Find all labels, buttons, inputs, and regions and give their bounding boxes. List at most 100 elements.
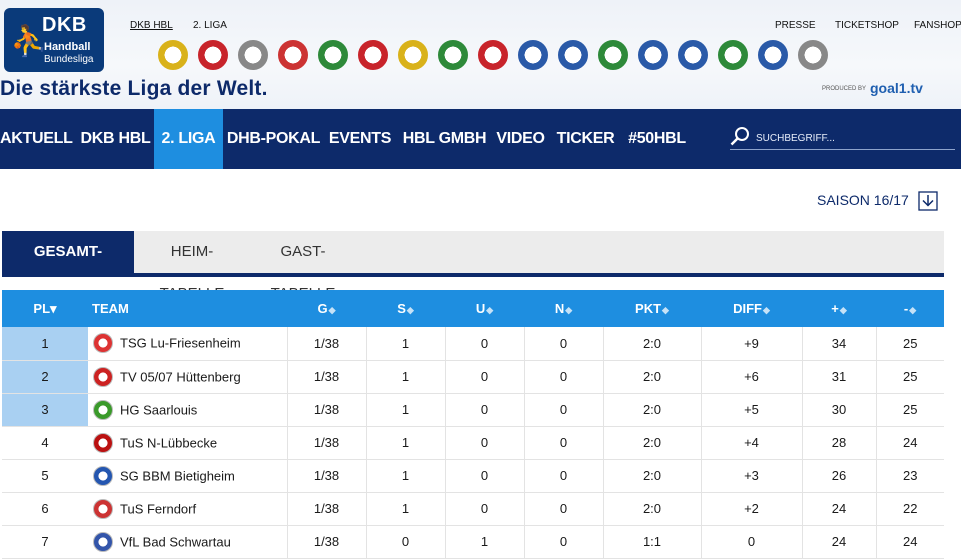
club-logo-icon[interactable] <box>598 40 628 70</box>
g-cell: 1/38 <box>286 360 366 393</box>
download-icon[interactable] <box>918 191 938 211</box>
col-plus-label: + <box>831 301 839 316</box>
col-plus[interactable]: +◆ <box>802 290 876 327</box>
club-logo-icon[interactable] <box>798 40 828 70</box>
rank-cell: 3 <box>2 393 88 426</box>
nav-dkb-hbl[interactable]: DKB HBL <box>77 109 154 169</box>
site-header: ⛹ DKB Handball Bundesliga DKB HBL 2. LIG… <box>0 0 961 109</box>
col-team: TEAM <box>88 290 287 327</box>
club-logo-icon[interactable] <box>718 40 748 70</box>
minus-cell: 24 <box>875 426 944 459</box>
col-g[interactable]: G◆ <box>287 290 366 327</box>
n-cell: 0 <box>523 327 603 360</box>
col-n[interactable]: N◆ <box>524 290 603 327</box>
team-name[interactable]: TSG Lu-Friesenheim <box>120 336 241 351</box>
diff-cell: +3 <box>700 459 802 492</box>
col-u[interactable]: U◆ <box>445 290 524 327</box>
table-row[interactable]: 5 SG BBM Bietigheim 1/38 1 0 0 2:0 +3 26 23 <box>2 459 944 492</box>
sort-icon: ◆ <box>762 305 770 315</box>
nav-hbl-gmbh[interactable]: HBL GMBH <box>402 109 487 169</box>
col-pl[interactable]: PL▾ <box>2 290 88 327</box>
search-input[interactable] <box>756 130 946 146</box>
table-row[interactable]: 3 HG Saarlouis 1/38 1 0 0 2:0 +5 30 25 <box>2 393 944 426</box>
club-logo-icon[interactable] <box>278 40 308 70</box>
rank-cell: 5 <box>41 468 49 483</box>
club-logo-icon[interactable] <box>638 40 668 70</box>
club-logo-icon[interactable] <box>558 40 588 70</box>
nav-ticker[interactable]: TICKER <box>554 109 617 169</box>
producer-logo[interactable]: goal1.tv <box>870 80 923 96</box>
team-name[interactable]: SG BBM Bietigheim <box>120 468 235 483</box>
search-icon[interactable] <box>730 126 750 146</box>
team-cell: TuS N-Lübbecke <box>88 426 287 459</box>
club-logo-icon[interactable] <box>678 40 708 70</box>
sort-icon: ◆ <box>662 305 669 315</box>
link-ticketshop[interactable]: TICKETSHOP <box>835 20 899 31</box>
col-s[interactable]: S◆ <box>366 290 445 327</box>
table-tabs: GESAMT-TABELLE HEIM-TABELLE GAST-TABELLE <box>2 231 944 302</box>
minus-cell: 25 <box>875 393 944 426</box>
pkt-cell: 2:0 <box>602 426 701 459</box>
plus-cell: 24 <box>801 492 876 525</box>
pkt-cell: 2:0 <box>602 360 701 393</box>
club-logo-icon[interactable] <box>758 40 788 70</box>
table-row[interactable]: 2 TV 05/07 Hüttenberg 1/38 1 0 0 2:0 +6 31 25 <box>2 360 944 393</box>
tab-gesamt-tabelle[interactable]: GESAMT-TABELLE <box>2 231 134 302</box>
club-logo-icon[interactable] <box>238 40 268 70</box>
pkt-cell: 2:0 <box>602 327 701 360</box>
club-logo-icon[interactable] <box>518 40 548 70</box>
link-fanshop[interactable]: FANSHOP <box>914 20 961 31</box>
club-logo-icon[interactable] <box>158 40 188 70</box>
club-logo-icon[interactable] <box>398 40 428 70</box>
table-row[interactable]: 6 TuS Ferndorf 1/38 1 0 0 2:0 +2 24 22 <box>2 492 944 525</box>
team-name[interactable]: TV 05/07 Hüttenberg <box>120 369 241 384</box>
u-cell: 0 <box>444 360 524 393</box>
col-pkt-label: PKT <box>635 301 662 316</box>
table-row[interactable]: 4 TuS N-Lübbecke 1/38 1 0 0 2:0 +4 28 24 <box>2 426 944 459</box>
col-pkt[interactable]: PKT◆ <box>603 290 701 327</box>
rank-cell: 1 <box>2 327 88 360</box>
pkt-cell: 2:0 <box>602 459 701 492</box>
nav-dhb-pokal[interactable]: DHB-POKAL <box>226 109 321 169</box>
s-cell: 1 <box>365 327 445 360</box>
club-logo-icon[interactable] <box>358 40 388 70</box>
col-diff[interactable]: DIFF◆ <box>701 290 802 327</box>
club-logo-icon[interactable] <box>198 40 228 70</box>
team-name[interactable]: TuS N-Lübbecke <box>120 435 217 450</box>
link-2-liga[interactable]: 2. LIGA <box>193 20 227 31</box>
produced-by-label: PRODUCED BY <box>822 86 867 92</box>
n-cell: 0 <box>523 492 603 525</box>
team-name[interactable]: TuS Ferndorf <box>120 501 196 516</box>
team-cell: HG Saarlouis <box>88 393 287 426</box>
club-logo-icon[interactable] <box>318 40 348 70</box>
team-name[interactable]: HG Saarlouis <box>120 402 197 417</box>
rank-cell: 4 <box>41 435 49 450</box>
nav-aktuell[interactable]: AKTUELL <box>0 109 73 169</box>
club-logo-icon[interactable] <box>438 40 468 70</box>
team-name[interactable]: VfL Bad Schwartau <box>120 534 231 549</box>
club-logo-icon[interactable] <box>478 40 508 70</box>
rank-cell: 6 <box>41 501 49 516</box>
col-minus[interactable]: -◆ <box>876 290 944 327</box>
plus-cell: 26 <box>801 459 876 492</box>
tab-gast-tabelle[interactable]: GAST-TABELLE <box>252 231 354 302</box>
nav-2-liga[interactable]: 2. LIGA <box>154 109 223 169</box>
sort-icon: ◆ <box>909 305 917 315</box>
tab-heim-tabelle[interactable]: HEIM-TABELLE <box>140 231 244 302</box>
pkt-cell: 2:0 <box>602 492 701 525</box>
nav-50hbl[interactable]: #50HBL <box>624 109 690 169</box>
team-logo-icon <box>93 498 113 519</box>
u-cell: 1 <box>444 525 524 558</box>
table-row[interactable]: 7 VfL Bad Schwartau 1/38 0 1 0 1:1 0 24 24 <box>2 525 944 558</box>
nav-video[interactable]: VIDEO <box>493 109 548 169</box>
nav-events[interactable]: EVENTS <box>326 109 394 169</box>
team-logo-icon <box>93 432 113 453</box>
table-row[interactable]: 1 TSG Lu-Friesenheim 1/38 1 0 0 2:0 +9 34 25 <box>2 327 944 360</box>
link-dkb-hbl[interactable]: DKB HBL <box>130 20 173 31</box>
n-cell: 0 <box>523 360 603 393</box>
dkb-hbl-logo[interactable]: ⛹ DKB Handball Bundesliga <box>4 8 104 72</box>
link-presse[interactable]: PRESSE <box>775 20 816 31</box>
season-selector[interactable]: SAISON 16/17 <box>817 192 909 208</box>
g-cell: 1/38 <box>286 525 366 558</box>
team-logo-icon <box>93 333 113 354</box>
